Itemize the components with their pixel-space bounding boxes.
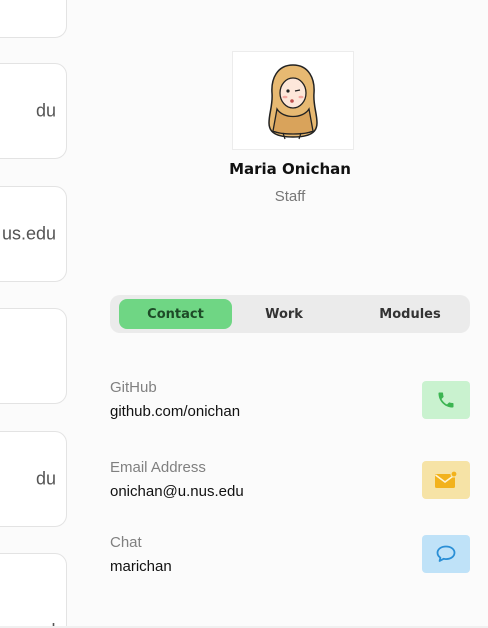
list-card[interactable] — [0, 308, 67, 404]
list-card[interactable]: us.edu — [0, 186, 67, 282]
email-label: Email Address — [110, 459, 206, 476]
github-label: GitHub — [110, 379, 157, 396]
tab-contact[interactable]: Contact — [119, 299, 232, 329]
list-card[interactable]: ı — [0, 553, 67, 628]
list-card[interactable]: du — [0, 63, 67, 159]
github-value: github.com/onichan — [110, 403, 241, 420]
mail-icon — [435, 470, 458, 488]
profile-tabs: Contact Work Modules — [110, 295, 470, 333]
profile-page: du us.edu du ı Maria Onichan Staff Conta… — [0, 0, 488, 628]
list-card-text: du — [35, 468, 56, 489]
email-value: onichan@u.nus.edu — [110, 483, 244, 500]
phone-icon — [438, 392, 454, 408]
chat-button[interactable] — [422, 535, 470, 573]
profile-role: Staff — [274, 188, 306, 205]
avatar-illustration — [268, 63, 318, 139]
list-card-text: us.edu — [1, 223, 56, 244]
chat-icon — [436, 545, 456, 562]
list-card[interactable] — [0, 0, 67, 38]
avatar — [232, 51, 354, 150]
tab-work[interactable]: Work — [228, 299, 340, 329]
profile-name: Maria Onichan — [229, 160, 351, 178]
email-button[interactable] — [422, 461, 470, 499]
tab-modules[interactable]: Modules — [354, 299, 466, 329]
list-card[interactable]: du — [0, 431, 67, 527]
chat-label: Chat — [110, 534, 142, 551]
chat-value: marichan — [110, 558, 172, 575]
list-card-text: du — [35, 100, 56, 121]
call-button[interactable] — [422, 381, 470, 419]
